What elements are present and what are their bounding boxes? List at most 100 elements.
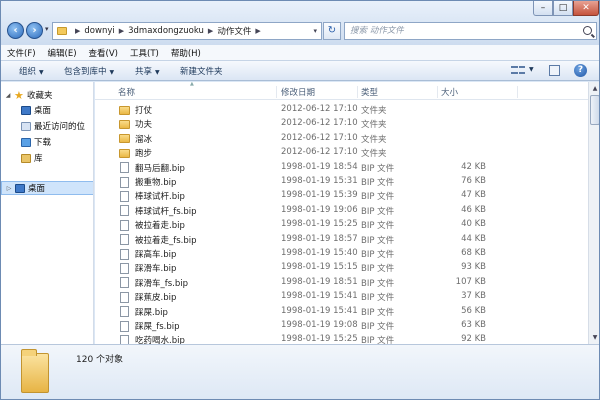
file-icon bbox=[120, 219, 129, 231]
file-name-cell[interactable]: 溜冰 bbox=[119, 133, 152, 145]
file-type: 文件夹 bbox=[361, 134, 387, 145]
file-date: 1998-01-19 15:31 bbox=[281, 176, 358, 186]
file-name-cell[interactable]: 被拉着走_fs.bip bbox=[119, 234, 197, 246]
list-item[interactable]: 功夫 2012-06-12 17:10 文件夹 bbox=[95, 116, 588, 131]
nav-item-downloads[interactable]: 下载 bbox=[1, 135, 93, 149]
nav-item-recent[interactable]: 最近访问的位 bbox=[1, 119, 93, 133]
file-name-cell[interactable]: 踩屎.bip bbox=[119, 306, 168, 318]
file-name-cell[interactable]: 踩高车.bip bbox=[119, 248, 176, 260]
file-name-cell[interactable]: 踩蕉皮.bip bbox=[119, 291, 176, 303]
scroll-down-icon[interactable]: ▼ bbox=[590, 332, 599, 343]
breadcrumb-segment[interactable]: 3dmaxdongzuoku bbox=[128, 26, 204, 36]
menu-view[interactable]: 查看(V) bbox=[89, 47, 118, 59]
list-item[interactable]: 踩高车.bip 1998-01-19 15:40 BIP 文件 68 KB bbox=[95, 246, 588, 261]
list-item[interactable]: 翻马后翻.bip 1998-01-19 18:54 BIP 文件 42 KB bbox=[95, 160, 588, 175]
file-name-cell[interactable]: 踩滑车_fs.bip bbox=[119, 277, 188, 289]
folder-icon bbox=[119, 119, 130, 129]
file-name-cell[interactable]: 被拉着走.bip bbox=[119, 219, 185, 231]
column-header-date[interactable]: 修改日期 bbox=[278, 86, 358, 98]
recent-places-icon bbox=[21, 121, 31, 131]
breadcrumb-segment[interactable]: 动作文件 bbox=[217, 25, 251, 37]
list-item[interactable]: 棒球试杆_fs.bip 1998-01-19 19:06 BIP 文件 46 KB bbox=[95, 203, 588, 218]
file-name-cell[interactable]: 踩滑车.bip bbox=[119, 262, 176, 274]
list-item[interactable]: 吃药喝水.bip 1998-01-19 15:25 BIP 文件 92 KB bbox=[95, 332, 588, 344]
list-item[interactable]: 踩滑车.bip 1998-01-19 15:15 BIP 文件 93 KB bbox=[95, 260, 588, 275]
list-item[interactable]: 被拉着走_fs.bip 1998-01-19 18:57 BIP 文件 44 KB bbox=[95, 232, 588, 247]
list-item[interactable]: 踩屎_fs.bip 1998-01-19 19:08 BIP 文件 63 KB bbox=[95, 318, 588, 333]
close-button[interactable]: ✕ bbox=[573, 1, 599, 16]
file-type: BIP 文件 bbox=[361, 235, 395, 246]
nav-item-favorites[interactable]: ◢ ★ 收藏夹 bbox=[1, 88, 93, 102]
file-size: 40 KB bbox=[461, 219, 486, 230]
file-name-cell[interactable]: 棒球试杆.bip bbox=[119, 190, 185, 202]
file-name-cell[interactable]: 跑步 bbox=[119, 147, 152, 159]
recent-pages-dropdown-icon[interactable]: ▾ bbox=[45, 25, 49, 33]
search-icon[interactable] bbox=[583, 26, 592, 35]
file-name-cell[interactable]: 打仗 bbox=[119, 104, 152, 116]
vertical-scrollbar[interactable]: ▲ ▼ bbox=[588, 82, 599, 344]
expand-down-icon[interactable]: ◢ bbox=[4, 92, 12, 99]
chevron-right-icon[interactable]: ▶ bbox=[255, 27, 260, 35]
file-icon bbox=[120, 234, 129, 246]
chevron-right-icon[interactable]: ▶ bbox=[208, 27, 213, 35]
file-size: 92 KB bbox=[461, 334, 486, 344]
scroll-up-icon[interactable]: ▲ bbox=[590, 83, 599, 94]
organize-button[interactable]: 组织 ▼ bbox=[19, 65, 44, 77]
nav-item-libraries[interactable]: 库 bbox=[1, 151, 93, 165]
file-name-cell[interactable]: 踩屎_fs.bip bbox=[119, 320, 180, 332]
file-name: 被拉着走_fs.bip bbox=[135, 235, 197, 246]
scroll-thumb[interactable] bbox=[590, 95, 599, 125]
nav-item-desktop-favorite[interactable]: 桌面 bbox=[1, 103, 93, 117]
maximize-button[interactable]: □ bbox=[553, 1, 573, 16]
file-icon bbox=[120, 162, 129, 174]
chevron-right-icon[interactable]: ▶ bbox=[75, 27, 80, 35]
forward-button[interactable]: › bbox=[26, 22, 43, 39]
menu-file[interactable]: 文件(F) bbox=[7, 47, 36, 59]
column-header-name[interactable]: 名称 bbox=[115, 86, 277, 98]
minimize-button[interactable]: – bbox=[533, 1, 553, 16]
refresh-button[interactable]: ↻ bbox=[323, 22, 341, 40]
column-header-size[interactable]: 大小 bbox=[438, 86, 518, 98]
breadcrumb-segment[interactable]: downyi bbox=[84, 26, 114, 36]
menu-tools[interactable]: 工具(T) bbox=[130, 47, 159, 59]
include-library-button[interactable]: 包含到库中 ▼ bbox=[64, 65, 114, 77]
file-name: 踩滑车_fs.bip bbox=[135, 278, 189, 289]
menu-help[interactable]: 帮助(H) bbox=[171, 47, 201, 59]
list-item[interactable]: 搬重物.bip 1998-01-19 15:31 BIP 文件 76 KB bbox=[95, 174, 588, 189]
file-name-cell[interactable]: 吃药喝水.bip bbox=[119, 334, 185, 344]
new-folder-button[interactable]: 新建文件夹 bbox=[180, 65, 223, 77]
nav-item-desktop[interactable]: ▷ 桌面 bbox=[1, 181, 93, 195]
search-input[interactable]: 搜索 动作文件 bbox=[344, 22, 597, 40]
chevron-down-icon[interactable]: ▼ bbox=[529, 66, 534, 73]
list-item[interactable]: 跑步 2012-06-12 17:10 文件夹 bbox=[95, 145, 588, 160]
view-options-icon[interactable] bbox=[511, 65, 525, 76]
address-dropdown-icon[interactable]: ▾ bbox=[313, 27, 317, 35]
address-bar[interactable]: ▶ downyi ▶ 3dmaxdongzuoku ▶ 动作文件 ▶ ▾ bbox=[52, 22, 322, 40]
list-item[interactable]: 棒球试杆.bip 1998-01-19 15:39 BIP 文件 47 KB bbox=[95, 188, 588, 203]
file-name-cell[interactable]: 翻马后翻.bip bbox=[119, 162, 185, 174]
file-name-cell[interactable]: 搬重物.bip bbox=[119, 176, 176, 188]
file-name-cell[interactable]: 棒球试杆_fs.bip bbox=[119, 205, 197, 217]
folder-icon bbox=[57, 27, 67, 35]
help-icon[interactable]: ? bbox=[574, 64, 587, 77]
share-button[interactable]: 共享 ▼ bbox=[135, 65, 160, 77]
file-icon bbox=[120, 176, 129, 188]
file-name-cell[interactable]: 功夫 bbox=[119, 118, 152, 130]
list-item[interactable]: 打仗 2012-06-12 17:10 文件夹 bbox=[95, 102, 588, 117]
title-bar: – □ ✕ ‹ › ▾ ▶ downyi ▶ 3dmaxdongzuoku ▶ … bbox=[1, 1, 599, 45]
list-item[interactable]: 踩屎.bip 1998-01-19 15:41 BIP 文件 56 KB bbox=[95, 304, 588, 319]
list-item[interactable]: 踩滑车_fs.bip 1998-01-19 18:51 BIP 文件 107 KB bbox=[95, 275, 588, 290]
back-button[interactable]: ‹ bbox=[7, 22, 24, 39]
menu-edit[interactable]: 编辑(E) bbox=[48, 47, 77, 59]
expand-right-icon[interactable]: ▷ bbox=[5, 185, 13, 192]
preview-pane-icon[interactable] bbox=[549, 65, 560, 76]
list-item[interactable]: 被拉着走.bip 1998-01-19 15:25 BIP 文件 40 KB bbox=[95, 217, 588, 232]
file-type: 文件夹 bbox=[361, 149, 387, 160]
downloads-icon bbox=[21, 137, 31, 147]
list-item[interactable]: 溜冰 2012-06-12 17:10 文件夹 bbox=[95, 131, 588, 146]
chevron-right-icon[interactable]: ▶ bbox=[119, 27, 124, 35]
column-header-type[interactable]: 类型 bbox=[358, 86, 438, 98]
navigation-pane: ◢ ★ 收藏夹 桌面 最近访问的位 下载 库 ▷ 桌面 bbox=[1, 82, 94, 344]
list-item[interactable]: 踩蕉皮.bip 1998-01-19 15:41 BIP 文件 37 KB bbox=[95, 289, 588, 304]
file-date: 2012-06-12 17:10 bbox=[281, 132, 358, 143]
